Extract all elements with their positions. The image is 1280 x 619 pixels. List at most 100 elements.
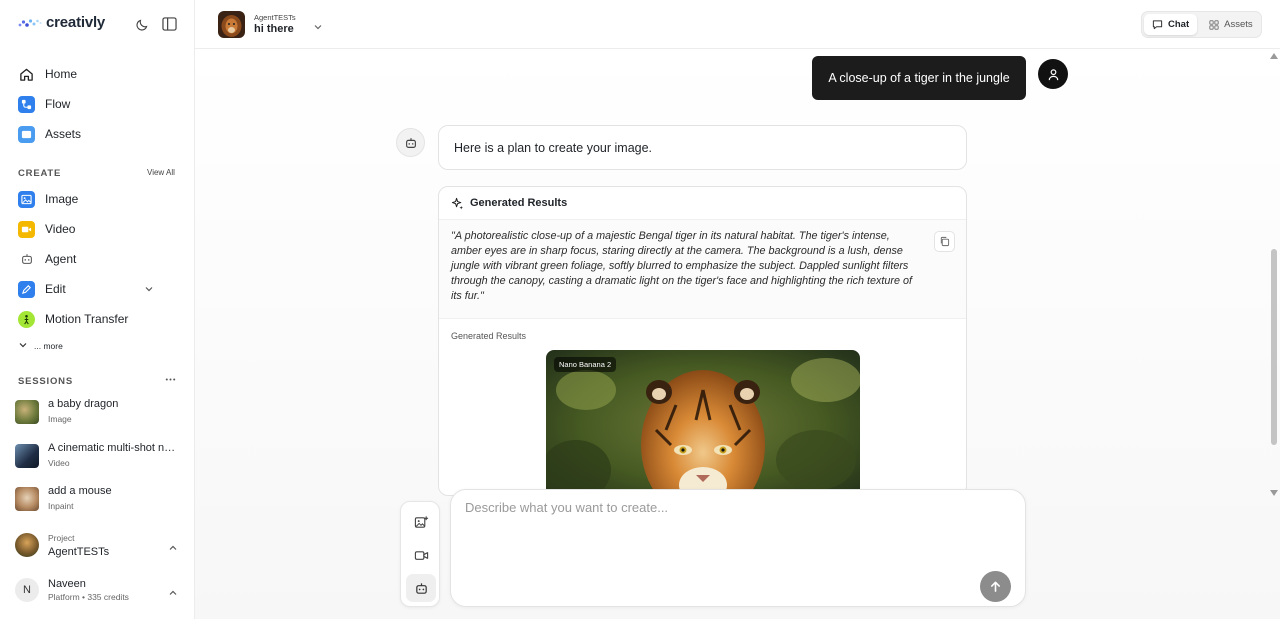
- copy-button[interactable]: [934, 231, 955, 252]
- robot-icon: [18, 251, 35, 268]
- prompt-text: "A photorealistic close-up of a majestic…: [451, 230, 913, 302]
- chevron-down-icon: [18, 340, 28, 352]
- sidebar-collapse-button[interactable]: [160, 15, 178, 33]
- image-icon: [18, 190, 35, 208]
- model-badge: Nano Banana 2: [554, 357, 617, 372]
- theme-toggle-button[interactable]: [133, 15, 151, 33]
- sessions-menu-button[interactable]: [164, 373, 177, 391]
- person-icon: [18, 310, 35, 328]
- chat-bubble-icon: [1152, 20, 1163, 30]
- sidebar-item-home[interactable]: Home: [18, 62, 178, 86]
- session-title: add a mouse: [48, 485, 112, 497]
- session-thumbnail: [15, 487, 39, 511]
- sidebar-panel-icon: [161, 17, 177, 31]
- logo-mark-icon: [18, 18, 42, 27]
- robot-icon: [405, 137, 416, 148]
- video-mode-button[interactable]: [406, 541, 436, 569]
- project-caption: Project: [48, 533, 75, 543]
- agent-mode-button[interactable]: [406, 574, 436, 602]
- assistant-message: Here is a plan to create your image.: [438, 125, 967, 170]
- sparkle-icon: [451, 197, 464, 210]
- chat-area: A close-up of a tiger in the jungle Here…: [195, 49, 1280, 619]
- user-icon: [1048, 68, 1058, 80]
- scroll-down-arrow-icon[interactable]: [1270, 490, 1278, 496]
- sidebar-item-agent[interactable]: Agent: [18, 247, 178, 271]
- user-avatar: N: [15, 578, 39, 602]
- sidebar-item-flow[interactable]: Flow: [18, 92, 178, 116]
- sidebar-item-label: Agent: [45, 252, 77, 266]
- sidebar-item-label: Video: [45, 222, 76, 236]
- sidebar-item-label: Home: [45, 67, 78, 81]
- sidebar-item-assets[interactable]: Assets: [18, 122, 178, 146]
- project-name: AgentTESTs: [48, 546, 110, 558]
- scroll-up-arrow-icon[interactable]: [1270, 53, 1278, 59]
- prompt-input[interactable]: [465, 500, 965, 560]
- session-item[interactable]: A cinematic multi-shot n… Video: [15, 442, 185, 468]
- sidebar-item-image[interactable]: Image: [18, 187, 178, 211]
- chevron-up-icon[interactable]: [168, 540, 178, 558]
- send-button[interactable]: [980, 571, 1011, 602]
- tab-chat[interactable]: Chat: [1144, 14, 1198, 35]
- sidebar: creativly Home Flow Assets CREATE View A…: [0, 0, 195, 619]
- home-icon: [18, 66, 35, 83]
- user-menu[interactable]: N Naveen Platform • 335 credits: [15, 578, 185, 602]
- chevron-down-icon[interactable]: [313, 19, 323, 37]
- tab-assets[interactable]: Assets: [1201, 14, 1261, 35]
- session-title: a baby dragon: [48, 398, 119, 410]
- user-avatar-button[interactable]: [1038, 59, 1068, 89]
- chat-scrollbar[interactable]: [1268, 49, 1280, 619]
- video-icon: [18, 220, 35, 238]
- project-switcher[interactable]: Project AgentTESTs: [15, 533, 185, 558]
- sidebar-item-label: Motion Transfer: [45, 312, 129, 326]
- sidebar-item-label: Flow: [45, 97, 71, 111]
- image-mode-button[interactable]: [406, 508, 436, 536]
- top-bar: AgentTESTs hi there Chat Assets: [195, 0, 1280, 49]
- logo-text: creativly: [46, 14, 106, 31]
- sidebar-item-edit[interactable]: Edit: [18, 277, 178, 301]
- sidebar-item-label: Edit: [45, 282, 66, 296]
- sidebar-item-label: Assets: [45, 127, 82, 141]
- sidebar-item-video[interactable]: Video: [18, 217, 178, 241]
- folder-icon: [18, 125, 35, 143]
- assistant-avatar: [396, 128, 425, 157]
- results-title: Generated Results: [470, 197, 568, 209]
- results-subtitle: Generated Results: [451, 331, 527, 341]
- pencil-icon: [18, 280, 35, 298]
- session-item[interactable]: add a mouse Inpaint: [15, 485, 185, 511]
- chevron-down-icon[interactable]: [144, 283, 154, 297]
- prompt-composer: [450, 489, 1026, 607]
- create-section-label: CREATE: [18, 168, 62, 179]
- arrow-up-icon: [990, 581, 1001, 592]
- assistant-message-text: Here is a plan to create your image.: [454, 140, 653, 155]
- chevron-up-icon[interactable]: [168, 585, 178, 603]
- sessions-section-label: SESSIONS: [18, 376, 73, 387]
- tab-label: Assets: [1224, 19, 1253, 30]
- sidebar-item-motion-transfer[interactable]: Motion Transfer: [18, 307, 178, 331]
- session-type: Image: [48, 414, 72, 424]
- session-thumbnail: [15, 444, 39, 468]
- more-label: ... more: [34, 341, 63, 351]
- project-caption: AgentTESTs: [254, 13, 296, 22]
- tab-label: Chat: [1168, 19, 1190, 30]
- robot-icon: [415, 582, 427, 594]
- app-logo[interactable]: creativly: [18, 14, 105, 31]
- scroll-thumb[interactable]: [1271, 249, 1277, 445]
- session-thumbnail: [15, 400, 39, 424]
- mode-selector: [400, 501, 440, 607]
- user-name: Naveen: [48, 578, 86, 590]
- grid-icon: [1209, 19, 1219, 30]
- video-camera-icon: [414, 550, 428, 560]
- results-header: Generated Results: [439, 187, 966, 220]
- flow-icon: [18, 95, 35, 113]
- user-plan: Platform • 335 credits: [48, 592, 129, 602]
- session-item[interactable]: a baby dragon Image: [15, 398, 185, 424]
- project-thumbnail[interactable]: [218, 11, 245, 38]
- session-title: A cinematic multi-shot n…: [48, 442, 176, 454]
- generated-results-card: Generated Results "A photorealistic clos…: [438, 186, 967, 496]
- more-button[interactable]: ... more: [18, 334, 178, 358]
- view-toggle: Chat Assets: [1141, 11, 1262, 38]
- view-all-link[interactable]: View All: [147, 168, 175, 177]
- generated-image[interactable]: Nano Banana 2: [546, 350, 860, 495]
- prompt-text-box: "A photorealistic close-up of a majestic…: [439, 220, 966, 319]
- session-type: Video: [48, 458, 70, 468]
